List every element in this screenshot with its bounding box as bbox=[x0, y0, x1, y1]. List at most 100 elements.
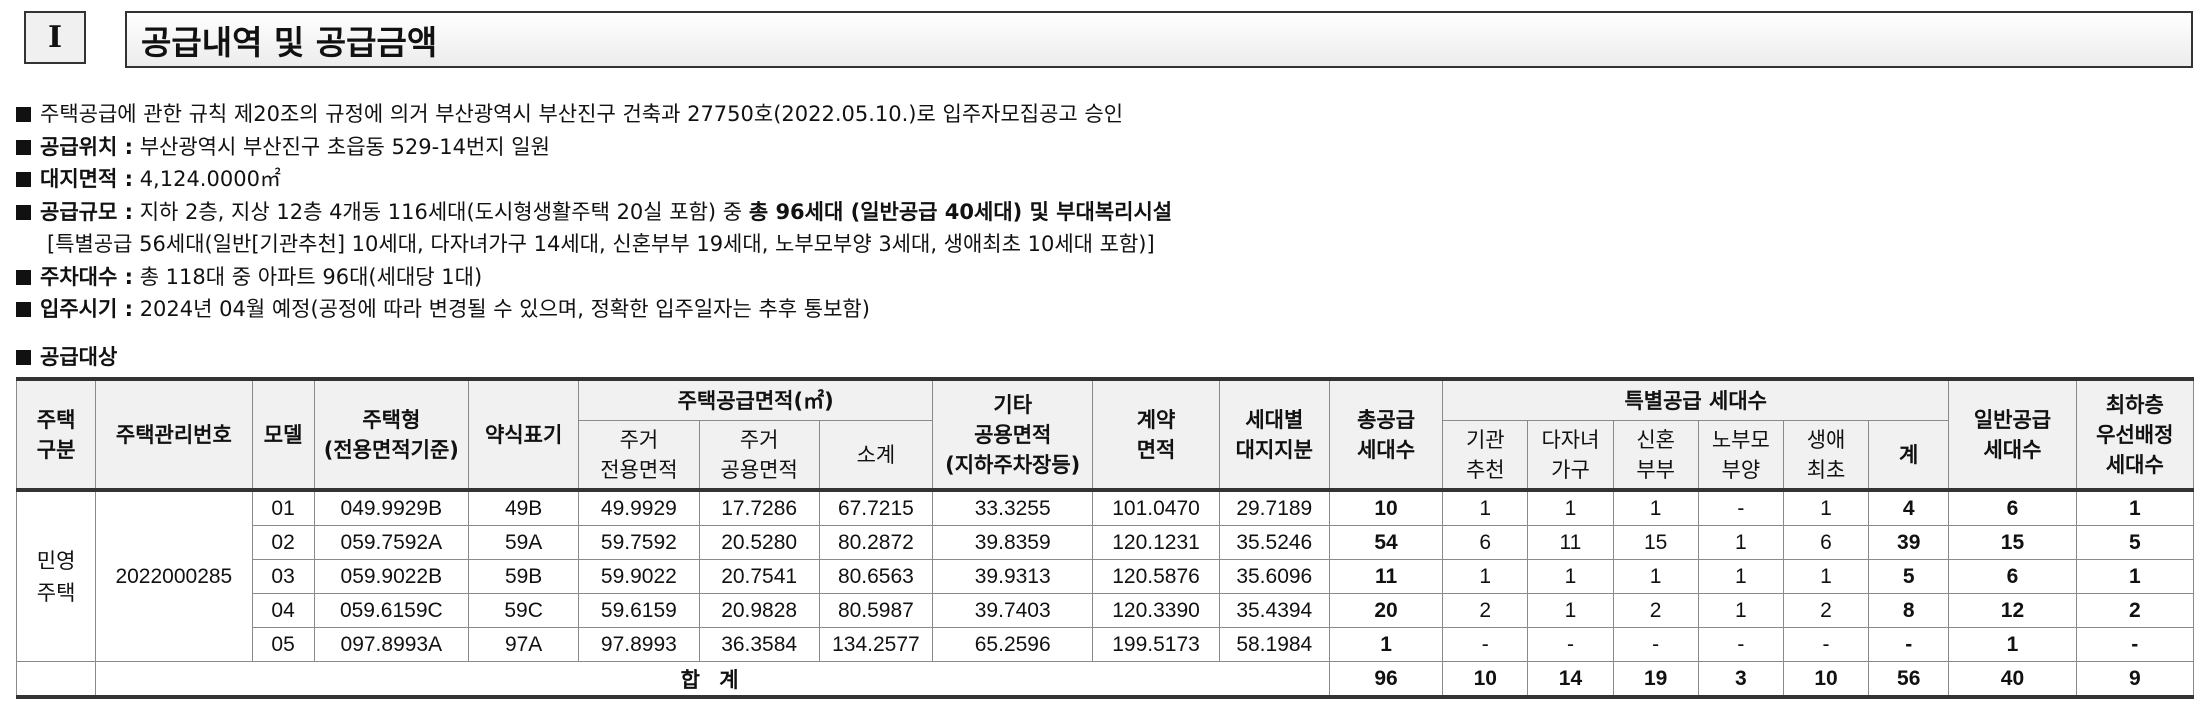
header-model: 모델 bbox=[251, 378, 315, 491]
first-time-cell: 1 bbox=[1782, 489, 1870, 526]
institution-cell: 1 bbox=[1442, 489, 1529, 526]
abbr-cell: 97A bbox=[467, 627, 580, 662]
lowest-floor-cell: 5 bbox=[2075, 525, 2195, 560]
elderly-cell: 1 bbox=[1697, 559, 1784, 594]
house-type-cell: 049.9929B bbox=[313, 489, 470, 526]
subtotal-cell: 80.2872 bbox=[818, 525, 934, 560]
first-time-cell: 2 bbox=[1782, 593, 1870, 628]
first-time-cell: - bbox=[1782, 627, 1870, 662]
exclusive-cell: 49.9929 bbox=[578, 489, 700, 526]
other-common-cell: 39.7403 bbox=[932, 593, 1094, 628]
total-label: 합 계 bbox=[95, 661, 1330, 698]
contract-cell: 120.3390 bbox=[1092, 593, 1220, 628]
info-scale: 공급규모 : 지하 2층, 지상 12층 4개동 116세대(도시형생활주택 2… bbox=[16, 196, 1172, 229]
first-time-cell: 6 bbox=[1782, 525, 1870, 560]
lowest-floor-cell: 1 bbox=[2075, 559, 2195, 594]
info-site-area: 대지면적 : 4,124.0000㎡ bbox=[16, 163, 1172, 196]
header-elderly: 노부모 부양 bbox=[1697, 420, 1784, 491]
bullet-square-icon bbox=[16, 107, 31, 122]
header-general: 일반공급 세대수 bbox=[1948, 378, 2077, 491]
subtotal-cell: 134.2577 bbox=[818, 627, 934, 662]
header-exclusive: 주거 전용면적 bbox=[578, 420, 700, 491]
abbr-cell: 49B bbox=[467, 489, 580, 526]
header-house-type-text: 주택형 (전용면적기준) bbox=[323, 407, 459, 462]
land-share-cell: 35.6096 bbox=[1218, 559, 1330, 594]
model-cell: 01 bbox=[251, 489, 315, 526]
bullet-square-icon bbox=[16, 172, 31, 187]
lowest-floor-sum: 9 bbox=[2075, 661, 2195, 698]
lowest-floor-cell: 1 bbox=[2075, 489, 2195, 526]
multi-child-cell: 1 bbox=[1527, 593, 1614, 628]
total-supply-sum: 96 bbox=[1328, 661, 1444, 698]
institution-cell: 1 bbox=[1442, 559, 1529, 594]
exclusive-cell: 97.8993 bbox=[578, 627, 700, 662]
house-type-cell: 097.8993A bbox=[313, 627, 470, 662]
section-number: I bbox=[24, 11, 86, 64]
land-share-cell: 58.1984 bbox=[1218, 627, 1330, 662]
header-mgmt-no: 주택관리번호 bbox=[95, 378, 253, 491]
elderly-cell: 1 bbox=[1697, 593, 1784, 628]
total-row: 합 계 96 10 14 19 3 10 56 40 9 bbox=[15, 661, 2195, 698]
institution-cell: - bbox=[1442, 627, 1529, 662]
header-contract-area: 계약 면적 bbox=[1092, 378, 1220, 491]
bullet-square-icon bbox=[16, 350, 31, 365]
header-subtotal: 소계 bbox=[818, 420, 934, 491]
header-common: 주거 공용면적 bbox=[698, 420, 820, 491]
multi-child-cell: 11 bbox=[1527, 525, 1614, 560]
institution-cell: 2 bbox=[1442, 593, 1529, 628]
table-heading: 공급대상 bbox=[16, 341, 117, 371]
other-common-cell: 33.3255 bbox=[932, 489, 1094, 526]
bullet-square-icon bbox=[16, 269, 31, 285]
section-title: 공급내역 및 공급금액 bbox=[125, 11, 2193, 68]
multi-child-cell: 1 bbox=[1527, 489, 1614, 526]
header-lowest-floor: 최하층 우선배정 세대수 bbox=[2075, 378, 2195, 491]
other-common-cell: 39.9313 bbox=[932, 559, 1094, 594]
newlywed-cell: 1 bbox=[1612, 559, 1699, 594]
model-cell: 05 bbox=[251, 627, 315, 662]
header-land-share: 세대별 대지지분 bbox=[1218, 378, 1330, 491]
header-house-type: 주택형 (전용면적기준) bbox=[313, 378, 470, 491]
header-total-supply: 총공급 세대수 bbox=[1328, 378, 1444, 491]
total-row-blank bbox=[15, 661, 97, 698]
common-cell: 20.5280 bbox=[698, 525, 820, 560]
header-institution: 기관 추천 bbox=[1442, 420, 1529, 491]
exclusive-cell: 59.7592 bbox=[578, 525, 700, 560]
elderly-cell: 1 bbox=[1697, 525, 1784, 560]
housing-type-cell: 민영 주택 bbox=[15, 489, 97, 662]
info-location: 공급위치 : 부산광역시 부산진구 초읍동 529-14번지 일원 bbox=[16, 131, 1172, 164]
house-type-cell: 059.6159C bbox=[313, 593, 470, 628]
bullet-square-icon bbox=[16, 139, 31, 155]
info-move-in: 입주시기 : 2024년 04월 예정(공정에 따라 변경될 수 있으며, 정확… bbox=[16, 293, 1172, 326]
table-heading-text: 공급대상 bbox=[40, 345, 118, 369]
header-other-common: 기타 공용면적 (지하주차장등) bbox=[932, 378, 1094, 491]
bullet-square-icon bbox=[16, 302, 31, 317]
elderly-cell: - bbox=[1697, 627, 1784, 662]
lowest-floor-cell: - bbox=[2075, 627, 2195, 662]
abbr-cell: 59B bbox=[467, 559, 580, 594]
elderly-sum: 3 bbox=[1697, 661, 1784, 698]
location-value: 부산광역시 부산진구 초읍동 529-14번지 일원 bbox=[139, 134, 550, 159]
total-supply-cell: 20 bbox=[1328, 593, 1444, 628]
multi-child-sum: 14 bbox=[1527, 661, 1614, 698]
general-sum: 40 bbox=[1948, 661, 2077, 698]
total-supply-cell: 10 bbox=[1328, 489, 1444, 526]
common-cell: 17.7286 bbox=[698, 489, 820, 526]
bullet-square-icon bbox=[16, 204, 31, 220]
header-multi-child: 다자녀 가구 bbox=[1527, 420, 1614, 491]
special-sum-cell: 39 bbox=[1868, 525, 1950, 560]
special-sum-cell: 4 bbox=[1868, 489, 1950, 526]
header-supply-area-group: 주택공급면적(㎡) bbox=[578, 378, 934, 421]
land-share-cell: 35.5246 bbox=[1218, 525, 1330, 560]
subtotal-cell: 80.5987 bbox=[818, 593, 934, 628]
site-area-value: 4,124.0000㎡ bbox=[139, 167, 281, 191]
table-row: 02 059.7592A 59A 59.7592 20.5280 80.2872… bbox=[17, 525, 2195, 560]
house-type-cell: 059.9022B bbox=[313, 559, 470, 594]
contract-cell: 199.5173 bbox=[1092, 627, 1220, 662]
institution-cell: 6 bbox=[1442, 525, 1529, 560]
location-label: 공급위치 : bbox=[40, 134, 133, 159]
table-row: 05 097.8993A 97A 97.8993 36.3584 134.257… bbox=[17, 627, 2195, 662]
supply-table: 주택 구분 주택관리번호 모델 주택형 (전용면적기준) 약식표기 주택공급면적… bbox=[15, 377, 2195, 699]
scale-bold: 총 96세대 (일반공급 40세대) 및 부대복리시설 bbox=[748, 199, 1173, 224]
first-time-sum: 10 bbox=[1782, 661, 1870, 698]
contract-cell: 120.1231 bbox=[1092, 525, 1220, 560]
